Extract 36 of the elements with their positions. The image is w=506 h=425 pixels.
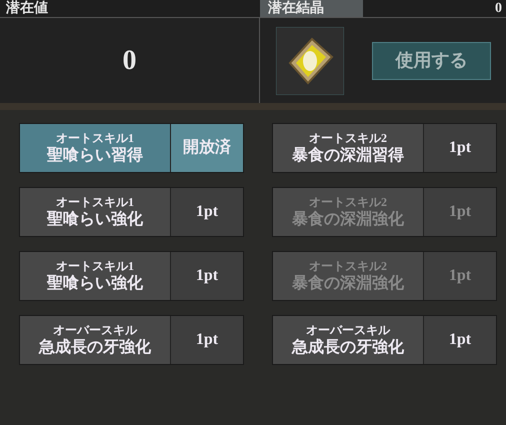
skill-category: オートスキル2 <box>309 258 387 274</box>
skill-cost: 1pt <box>448 330 472 350</box>
skill-cost: 1pt <box>196 202 218 222</box>
use-button[interactable]: 使用する <box>372 42 491 80</box>
potential-value: 0 <box>122 44 136 78</box>
skill-button[interactable]: オーバースキル 急成長の牙強化 1pt <box>272 315 497 365</box>
skill-button[interactable]: オートスキル1 聖喰らい習得 開放済 <box>19 123 244 173</box>
skill-cost: 1pt <box>196 266 218 286</box>
crystal-count: 0 <box>495 2 502 16</box>
skill-button[interactable]: オートスキル1 聖喰らい強化 1pt <box>19 187 244 237</box>
skill-cost: 1pt <box>448 138 472 158</box>
potential-label: 潜在値 <box>6 2 48 16</box>
skill-button[interactable]: オートスキル2 暴食の深淵習得 1pt <box>272 123 497 173</box>
skill-name: 聖喰らい習得 <box>47 146 143 166</box>
skill-cost: 開放済 <box>183 137 231 158</box>
skill-category: オートスキル1 <box>56 194 134 210</box>
skill-button[interactable]: オートスキル1 聖喰らい強化 1pt <box>19 251 244 301</box>
skill-category: オートスキル2 <box>309 130 387 146</box>
skill-name: 暴食の深淵強化 <box>292 274 404 294</box>
skill-button[interactable]: オーバースキル 急成長の牙強化 1pt <box>19 315 244 365</box>
crystal-label: 潜在結晶 <box>268 2 324 16</box>
skill-cost: 1pt <box>448 266 472 286</box>
skill-name: 聖喰らい強化 <box>47 274 143 294</box>
skill-category: オーバースキル <box>306 322 390 338</box>
skill-cost: 1pt <box>448 202 472 222</box>
skill-name: 暴食の深淵強化 <box>292 210 404 230</box>
crystal-icon <box>276 26 344 94</box>
skill-category: オートスキル1 <box>56 258 134 274</box>
skill-name: 聖喰らい強化 <box>47 210 143 230</box>
skill-name: 急成長の牙強化 <box>292 338 404 358</box>
skill-name: 暴食の深淵習得 <box>292 146 404 166</box>
skill-name: 急成長の牙強化 <box>39 338 151 358</box>
skill-category: オートスキル2 <box>309 194 387 210</box>
skill-cost: 1pt <box>196 330 218 350</box>
skill-category: オートスキル1 <box>56 130 134 146</box>
skill-category: オーバースキル <box>53 322 137 338</box>
